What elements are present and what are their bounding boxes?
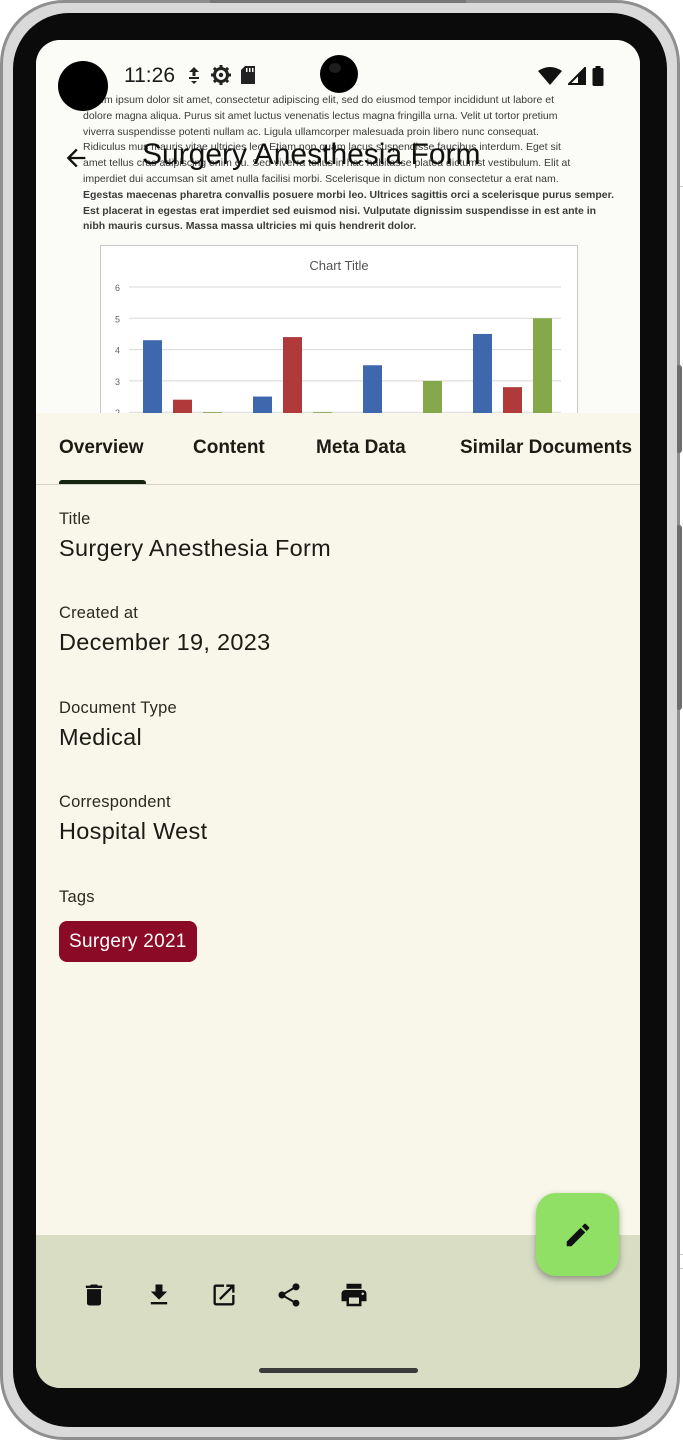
settings-icon [211,65,231,85]
arrow-back-icon [66,148,86,168]
tab-content[interactable]: Content [193,437,265,459]
tab-meta-data[interactable]: Meta Data [316,437,406,459]
open-external-icon [213,1284,235,1306]
tab-bar: Overview Content Meta Data Similar Docum… [36,413,640,485]
field-created-at: Created at December 19, 2023 [59,604,271,656]
field-correspondent: Correspondent Hospital West [59,793,207,845]
field-label: Correspondent [59,793,171,811]
edit-icon [566,1223,589,1246]
tab-indicator [59,480,146,484]
preview-chart-tick: 4 [115,346,120,356]
preview-chart-bar [473,333,492,413]
open-external-button[interactable] [204,1275,244,1315]
tab-overview[interactable]: Overview [59,437,144,459]
field-title: Title Surgery Anesthesia Form [59,510,331,562]
front-camera [320,55,358,93]
preview-chart-title: Chart Title [309,258,368,273]
preview-chart-bar [533,318,552,413]
field-label: Title [59,510,91,528]
print-icon [341,1283,367,1307]
delete-icon [85,1284,103,1306]
sd-card-icon [241,66,255,84]
edit-fab[interactable] [536,1193,619,1276]
signal-icon [568,67,586,85]
field-label: Tags [59,888,95,906]
preview-chart-tick: 5 [115,314,120,324]
field-value: Medical [59,724,143,750]
tag-chip[interactable]: Surgery 2021 [59,921,197,962]
field-value: Hospital West [59,818,208,844]
home-indicator[interactable] [259,1368,418,1373]
preview-chart-svg: Chart Title65432 [115,258,561,413]
download-button[interactable] [139,1275,179,1315]
field-label: Created at [59,604,139,622]
preview-chart-bar [143,340,162,413]
preview-text-line: Est placerat in egestas erat imperdiet s… [83,204,597,217]
preview-chart-tick: 3 [115,377,120,387]
preview-chart-bar [363,365,382,413]
field-value: Surgery Anesthesia Form [59,535,332,561]
camera-cutout [58,61,108,111]
wifi-icon [538,67,562,85]
back-button[interactable] [56,138,96,178]
preview-chart-bar [173,399,192,413]
field-label: Document Type [59,699,177,717]
field-value: December 19, 2023 [59,629,271,655]
battery-icon [592,66,604,86]
field-tags: Tags Surgery 2021 [59,888,197,962]
preview-chart-bar [503,387,522,413]
preview-text-line: Egestas maecenas pharetra convallis posu… [83,188,615,201]
status-icons-right [538,66,604,86]
download-icon [150,1284,168,1305]
share-button[interactable] [269,1275,309,1315]
field-document-type: Document Type Medical [59,699,177,751]
phone-frame: Lorem ipsum dolor sit amet, consectetur … [0,0,682,1440]
preview-chart-bar [283,337,302,413]
status-bar: 11:26 [36,40,640,112]
preview-text-line: nibh mauris cursus. Massa massa ultricie… [83,220,417,233]
page-title: Surgery Anesthesia Form [142,138,481,171]
tab-similar-documents[interactable]: Similar Documents [460,437,632,459]
app-bar: Surgery Anesthesia Form [36,130,640,182]
delete-button[interactable] [74,1275,114,1315]
print-button[interactable] [334,1275,374,1315]
status-clock: 11:26 [124,64,175,87]
data-saver-icon [189,67,199,84]
preview-chart: Chart Title65432 [100,245,578,413]
preview-chart-bar [253,396,272,413]
preview-chart-bar [423,380,442,413]
preview-chart-tick: 6 [115,283,120,293]
status-icons-left [186,64,256,86]
share-icon [278,1283,300,1307]
screen: Lorem ipsum dolor sit amet, consectetur … [36,40,640,1388]
